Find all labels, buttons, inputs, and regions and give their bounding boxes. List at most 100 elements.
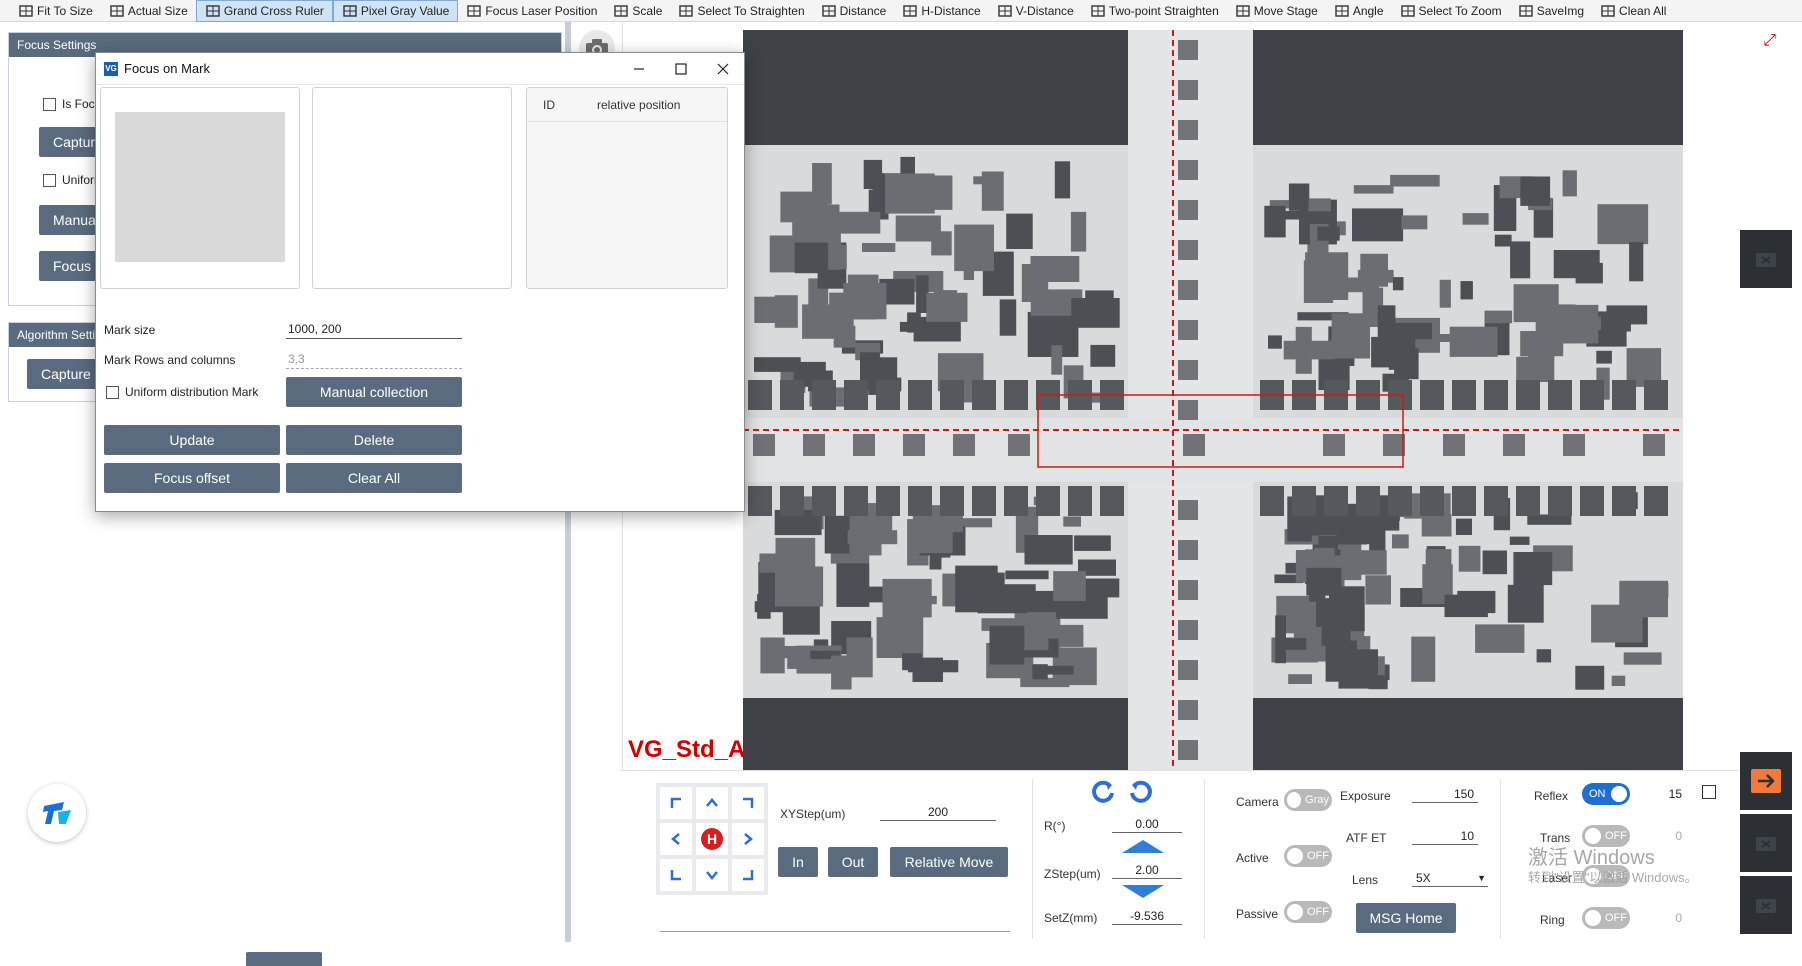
close-button[interactable]: [702, 53, 744, 85]
bottom-button-stub[interactable]: [246, 952, 322, 966]
toolbar-button-fit-size[interactable]: Fit To Size: [10, 0, 101, 22]
setz-input[interactable]: -9.536: [1112, 907, 1182, 925]
stage-control-panel: H XYStep(um) 200 In Out Relative Move R(…: [620, 770, 1740, 942]
xystep-input[interactable]: 200: [880, 803, 996, 821]
right-side-rail: [1740, 230, 1802, 934]
toolbar-button-two-point[interactable]: Two-point Straighten: [1082, 0, 1227, 22]
active-toggle[interactable]: OFF: [1284, 845, 1332, 867]
dropdown-arrow-icon: ▼: [1477, 873, 1486, 883]
relative-move-button[interactable]: Relative Move: [890, 847, 1008, 877]
toolbar-button-save-image[interactable]: SaveImg: [1510, 0, 1592, 22]
manual-collection-button[interactable]: Manual collection: [286, 377, 462, 407]
toolbar-button-clean[interactable]: Clean All: [1592, 0, 1674, 22]
passive-toggle-label: OFF: [1307, 906, 1329, 918]
toolbar-label: Select To Zoom: [1418, 3, 1502, 18]
toolbar-button-actual-size[interactable]: Actual Size: [101, 0, 196, 22]
microscope-image-area[interactable]: ⤢: [623, 22, 1802, 770]
passive-toggle[interactable]: OFF: [1284, 901, 1332, 923]
rail-button-orange[interactable]: [1740, 752, 1792, 810]
reflex-checkbox[interactable]: [1702, 785, 1716, 799]
rotation-input[interactable]: 0.00: [1112, 815, 1182, 833]
triangle-up-icon: [1122, 840, 1164, 853]
minimize-button[interactable]: [618, 53, 660, 85]
active-label: Active: [1236, 851, 1269, 865]
camera-toggle-label: Gray: [1305, 794, 1329, 806]
triangle-down-icon: [1122, 885, 1164, 898]
column-header-relative-position: relative position: [597, 97, 681, 112]
move-up-right-button[interactable]: [732, 787, 764, 819]
toolbar-label: Pixel Gray Value: [360, 3, 450, 18]
rotate-cw-button[interactable]: [1128, 779, 1154, 808]
mark-rows-columns-input[interactable]: 3,3: [286, 349, 462, 369]
rail-button-1[interactable]: [1740, 230, 1792, 288]
checkbox-box[interactable]: [106, 385, 119, 399]
move-down-left-button[interactable]: [660, 859, 692, 891]
camera-toggle[interactable]: Gray: [1284, 789, 1332, 811]
zstep-input[interactable]: 2.00: [1112, 861, 1182, 879]
hand-icon: [1235, 4, 1251, 18]
toggle-knob: [1287, 904, 1303, 920]
reflex-toggle[interactable]: ON: [1582, 783, 1630, 805]
toolbar-label: Grand Cross Ruler: [223, 3, 324, 18]
update-button[interactable]: Update: [104, 425, 280, 455]
toolbar-button-laser[interactable]: Focus Laser Position: [458, 0, 605, 22]
reflex-input[interactable]: 15: [1644, 785, 1686, 803]
chip-image[interactable]: [743, 30, 1683, 770]
toolbar-button-angle[interactable]: Angle: [1326, 0, 1392, 22]
move-up-button[interactable]: [696, 787, 728, 819]
atf-input[interactable]: 10: [1412, 827, 1478, 845]
pixel-gray-icon: [342, 4, 358, 18]
maximize-button[interactable]: [660, 53, 702, 85]
clear-all-button[interactable]: Clear All: [286, 463, 462, 493]
lens-select[interactable]: 5X ▼: [1412, 869, 1488, 887]
ring-toggle[interactable]: OFF: [1582, 907, 1630, 929]
direction-pad: H: [656, 783, 768, 895]
ring-input[interactable]: 0: [1644, 909, 1686, 927]
h-distance-icon: [902, 4, 918, 18]
delete-button[interactable]: Delete: [286, 425, 462, 455]
z-down-button[interactable]: [1120, 883, 1166, 902]
zoom-out-button[interactable]: Out: [828, 847, 878, 877]
toolbar-button-zoom-select[interactable]: Select To Zoom: [1392, 0, 1510, 22]
close-icon: [717, 63, 729, 75]
checkbox-box[interactable]: [43, 97, 56, 111]
rail-button-3[interactable]: [1740, 876, 1792, 934]
rotate-ccw-button[interactable]: [1090, 779, 1116, 808]
move-down-button[interactable]: [696, 859, 728, 891]
expand-icon[interactable]: ⤢: [1763, 32, 1776, 50]
chevron-up-icon: [706, 798, 718, 807]
exposure-input[interactable]: 150: [1412, 785, 1478, 803]
uniform-distribution-checkbox[interactable]: Uniform distribution Mark: [106, 385, 258, 399]
toolbar-button-v-distance[interactable]: V-Distance: [989, 0, 1082, 22]
toolbar-button-straighten[interactable]: Select To Straighten: [670, 0, 812, 22]
toolbar-button-pixel-gray[interactable]: Pixel Gray Value: [332, 0, 459, 22]
lens-value: 5X: [1416, 871, 1431, 885]
move-left-button[interactable]: [660, 823, 692, 855]
mark-size-input[interactable]: 1000, 200: [286, 319, 462, 339]
msg-home-button[interactable]: MSG Home: [1356, 903, 1456, 933]
toggle-knob: [1287, 848, 1303, 864]
folder-icon: [1756, 837, 1776, 851]
move-up-left-button[interactable]: [660, 787, 692, 819]
toolbar-button-scale[interactable]: Scale: [605, 0, 670, 22]
toolbar-button-h-distance[interactable]: H-Distance: [894, 0, 988, 22]
move-down-right-button[interactable]: [732, 859, 764, 891]
scale-icon: [613, 4, 629, 18]
passive-label: Passive: [1236, 907, 1279, 921]
folder-icon: [1756, 253, 1776, 267]
toolbar-button-hand[interactable]: Move Stage: [1227, 0, 1326, 22]
rail-button-2[interactable]: [1740, 814, 1792, 872]
lens-label: Lens: [1352, 873, 1379, 887]
z-up-button[interactable]: [1120, 839, 1166, 858]
zoom-in-button[interactable]: In: [778, 847, 818, 877]
toggle-knob: [1585, 910, 1601, 926]
home-button[interactable]: H: [696, 823, 728, 855]
toolbar-button-ruler[interactable]: Distance: [813, 0, 895, 22]
mark-result-preview: [312, 87, 512, 289]
app-logo-badge[interactable]: [28, 784, 86, 842]
uniform-distribution-label: Uniform distribution Mark: [125, 385, 259, 399]
focus-offset-button[interactable]: Focus offset: [104, 463, 280, 493]
toolbar-button-cross-ruler[interactable]: Grand Cross Ruler: [195, 0, 333, 22]
move-right-button[interactable]: [732, 823, 764, 855]
checkbox-box[interactable]: [43, 173, 56, 187]
